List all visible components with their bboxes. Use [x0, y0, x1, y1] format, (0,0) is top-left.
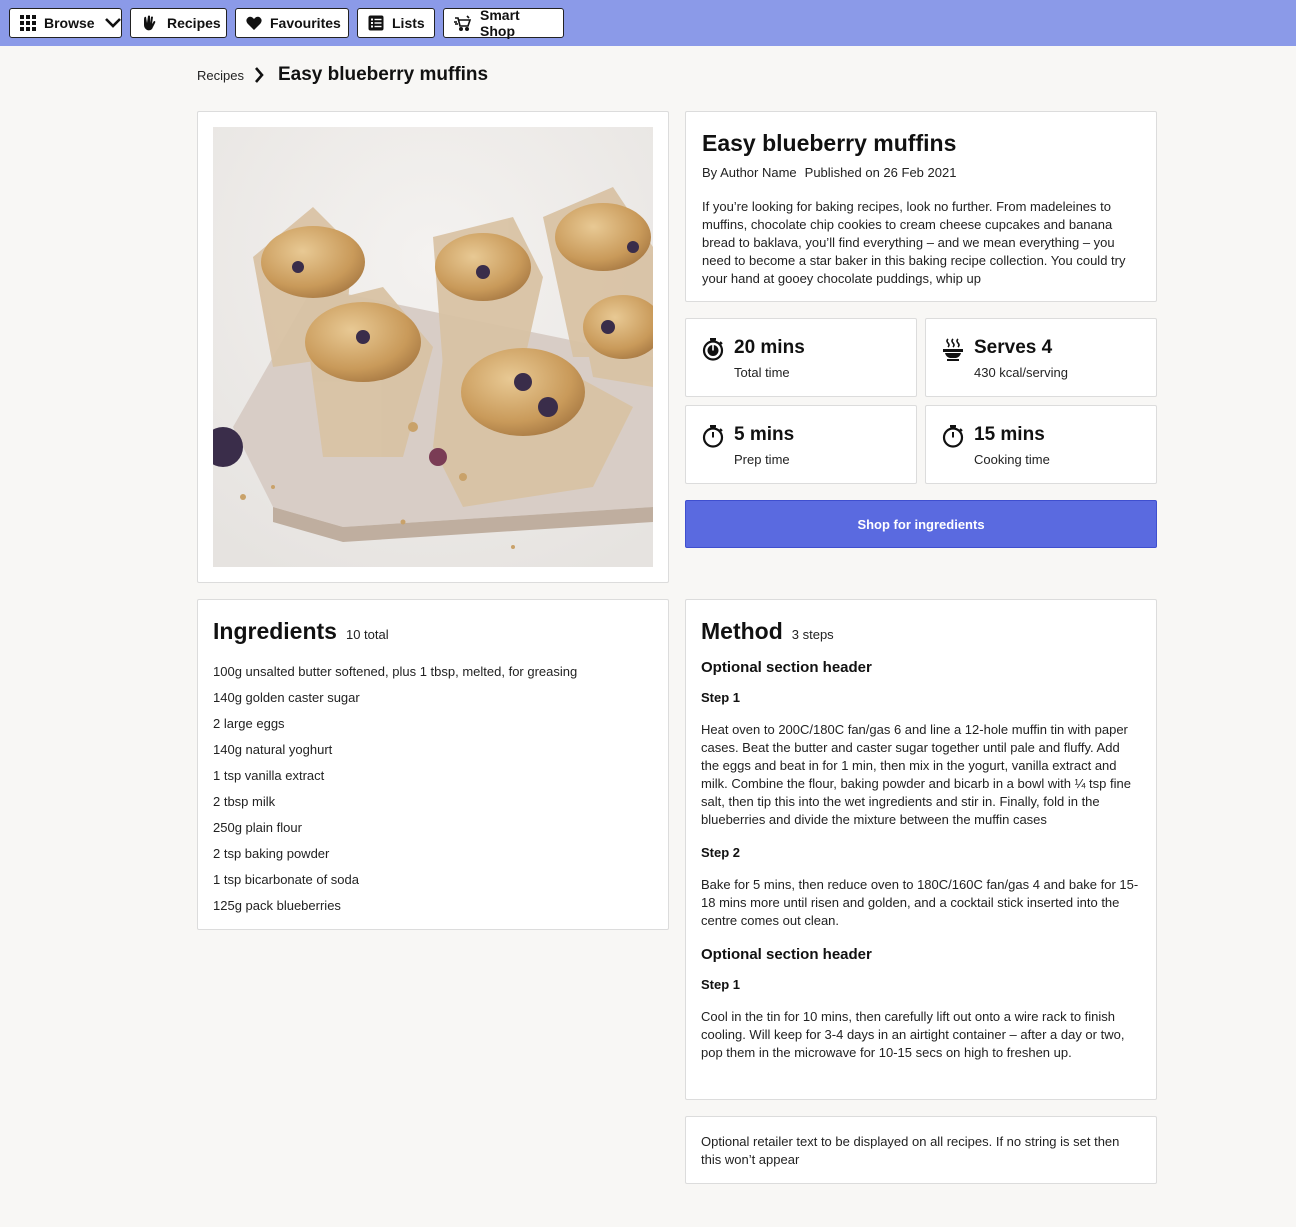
ingredients-card: Ingredients 10 total 100g unsalted butte… — [197, 599, 669, 930]
method-step-text: Cool in the tin for 10 mins, then carefu… — [701, 1009, 1125, 1060]
ingredient-item: 2 large eggs — [213, 716, 285, 731]
ingredient-item: 125g pack blueberries — [213, 898, 341, 913]
retailer-text-card: Optional retailer text to be displayed o… — [685, 1116, 1157, 1184]
nav-favourites-label: Favourites — [270, 15, 341, 31]
stat-serves: Serves 4 430 kcal/serving — [925, 318, 1157, 397]
stat-serves-label: 430 kcal/serving — [974, 365, 1068, 380]
ingredient-item: 250g plain flour — [213, 820, 302, 835]
stat-total-time-label: Total time — [734, 365, 790, 380]
method-step-label: Step 1 — [701, 690, 741, 705]
nav-lists-label: Lists — [392, 15, 425, 31]
ingredient-item: 140g golden caster sugar — [213, 690, 360, 705]
breadcrumb-recipes-link[interactable]: Recipes — [197, 68, 244, 83]
stopwatch-icon — [942, 424, 964, 448]
recipe-description: If you’re looking for baking recipes, lo… — [702, 199, 1126, 286]
ingredients-count: 10 total — [345, 627, 389, 642]
stat-cooking-time-value: 15 mins — [974, 424, 1045, 445]
recipe-author: By Author Name — [702, 165, 797, 180]
stat-prep-time-label: Prep time — [734, 452, 790, 467]
method-count: 3 steps — [791, 627, 834, 642]
method-step-text: Bake for 5 mins, then reduce oven to 180… — [701, 877, 1139, 928]
shop-for-ingredients-button[interactable]: Shop for ingredients — [685, 500, 1157, 548]
chevron-down-icon — [104, 15, 121, 31]
ingredients-list: 100g unsalted butter softened, plus 1 tb… — [213, 659, 653, 919]
breadcrumb: Recipes Easy blueberry muffins — [197, 62, 488, 88]
hand-pan-icon — [141, 14, 159, 32]
stopwatch-icon — [702, 424, 724, 448]
ingredient-item: 140g natural yoghurt — [213, 742, 333, 757]
ingredient-item: 2 tsp baking powder — [213, 846, 330, 861]
stat-total-time-value: 20 mins — [734, 337, 805, 358]
recipe-intro-card: Easy blueberry muffins By Author Name Pub… — [685, 111, 1157, 302]
stat-prep-time-value: 5 mins — [734, 424, 795, 445]
chevron-right-icon — [254, 67, 268, 83]
recipe-photo — [213, 127, 653, 567]
recipe-image-card — [197, 111, 669, 583]
nav-lists-button[interactable]: Lists — [357, 8, 435, 38]
ingredients-title: Ingredients — [213, 618, 337, 644]
nav-recipes-label: Recipes — [167, 15, 221, 31]
method-section-header: Optional section header — [701, 946, 872, 963]
ingredient-item: 1 tsp vanilla extract — [213, 768, 325, 783]
ingredient-item: 2 tbsp milk — [213, 794, 276, 809]
method-section-header: Optional section header — [701, 659, 872, 676]
nav-browse-button[interactable]: Browse — [9, 8, 122, 38]
stat-cooking-time: 15 mins Cooking time — [925, 405, 1157, 484]
steaming-bowl-icon — [942, 337, 964, 361]
nav-favourites-button[interactable]: Favourites — [235, 8, 349, 38]
method-step-text: Heat oven to 200C/180C fan/gas 6 and lin… — [701, 722, 1131, 827]
recipe-title: Easy blueberry muffins — [702, 130, 957, 156]
ingredient-item: 100g unsalted butter softened, plus 1 tb… — [213, 664, 578, 679]
breadcrumb-current: Easy blueberry muffins — [277, 64, 489, 85]
stat-prep-time: 5 mins Prep time — [685, 405, 917, 484]
top-nav-bar: Browse Recipes Favourites Lists Smart Sh… — [0, 0, 1296, 46]
nav-smart-shop-button[interactable]: Smart Shop — [443, 7, 564, 39]
recipe-published-date: Published on 26 Feb 2021 — [804, 165, 957, 180]
nav-browse-label: Browse — [44, 15, 95, 31]
stat-serves-value: Serves 4 — [974, 337, 1053, 358]
ingredient-item: 1 tsp bicarbonate of soda — [213, 872, 359, 887]
grid-icon — [20, 14, 36, 32]
method-step-label: Step 2 — [701, 845, 741, 860]
stat-total-time: 20 mins Total time — [685, 318, 917, 397]
method-card: Method 3 steps Optional section header S… — [685, 599, 1157, 1100]
list-icon — [368, 14, 384, 32]
nav-recipes-button[interactable]: Recipes — [130, 8, 227, 38]
stat-cooking-time-label: Cooking time — [974, 452, 1050, 467]
method-title: Method — [701, 618, 783, 644]
smart-shop-icon — [454, 14, 472, 32]
heart-icon — [246, 14, 262, 32]
stopwatch-filled-icon — [702, 337, 724, 361]
nav-smart-shop-label: Smart Shop — [480, 7, 520, 39]
method-step-label: Step 1 — [701, 977, 741, 992]
recipe-meta: By Author Name Published on 26 Feb 2021 — [702, 165, 1140, 180]
